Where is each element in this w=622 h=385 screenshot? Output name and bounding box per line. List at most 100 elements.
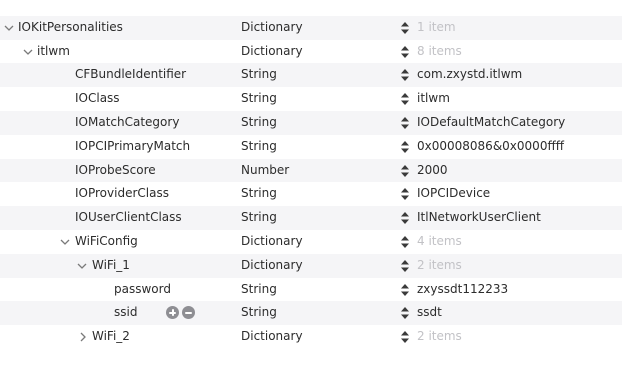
row-value[interactable]: com.zxystd.itlwm	[417, 63, 522, 87]
value-cell[interactable]: 8 items	[400, 40, 622, 64]
chevron-down-icon[interactable]	[60, 230, 72, 246]
up-down-stepper-icon[interactable]	[400, 63, 410, 87]
plist-row-password[interactable]: password String zxyssdt112233	[0, 278, 622, 302]
type-cell[interactable]: String	[241, 63, 381, 87]
row-key[interactable]: IOProviderClass	[75, 182, 169, 206]
value-cell[interactable]: 2 items	[400, 254, 622, 278]
value-cell[interactable]: 0x00008086&0x0000ffff	[400, 135, 622, 159]
up-down-stepper-icon[interactable]	[400, 325, 410, 349]
key-cell: IOKitPersonalities	[0, 16, 226, 40]
plist-row-wificonfig[interactable]: WiFiConfig Dictionary 4 items	[0, 230, 622, 254]
up-down-stepper-icon[interactable]	[400, 278, 410, 302]
row-value[interactable]: IODefaultMatchCategory	[417, 111, 565, 135]
row-value[interactable]: ssdt	[417, 301, 442, 325]
type-cell[interactable]: String	[241, 278, 381, 302]
row-key[interactable]: IOKitPersonalities	[18, 16, 123, 40]
value-cell[interactable]: 1 item	[400, 16, 622, 40]
chevron-down-icon[interactable]	[77, 254, 89, 270]
row-key[interactable]: IOUserClientClass	[75, 206, 182, 230]
plist-row-iopciprimarymatch[interactable]: IOPCIPrimaryMatch String 0x00008086&0x00…	[0, 135, 622, 159]
plist-row-cfbundleidentifier[interactable]: CFBundleIdentifier String com.zxystd.itl…	[0, 63, 622, 88]
row-type: String	[241, 91, 277, 106]
plist-row-ioprobescore[interactable]: IOProbeScore Number 2000	[0, 158, 622, 183]
value-cell[interactable]: 4 items	[400, 230, 622, 254]
row-value[interactable]: 0x00008086&0x0000ffff	[417, 135, 564, 159]
plist-row-iomatchcategory[interactable]: IOMatchCategory String IODefaultMatchCat…	[0, 110, 622, 135]
up-down-stepper-icon[interactable]	[400, 111, 410, 135]
row-key[interactable]: ssid	[114, 301, 137, 325]
row-key[interactable]: IOClass	[75, 87, 120, 111]
up-down-stepper-icon[interactable]	[400, 16, 410, 40]
row-key[interactable]: CFBundleIdentifier	[75, 63, 186, 87]
chevron-down-icon[interactable]	[4, 16, 16, 32]
type-cell[interactable]: Dictionary	[241, 254, 381, 278]
type-cell[interactable]: Dictionary	[241, 16, 381, 40]
row-key[interactable]: itlwm	[37, 40, 70, 64]
chevron-right-icon[interactable]	[77, 325, 89, 342]
value-cell[interactable]: zxyssdt112233	[400, 278, 622, 302]
type-cell[interactable]: Number	[241, 159, 381, 183]
value-cell[interactable]: IODefaultMatchCategory	[400, 111, 622, 135]
row-value[interactable]: ItlNetworkUserClient	[417, 206, 541, 230]
up-down-stepper-icon[interactable]	[400, 206, 410, 230]
plist-row-wifi-2[interactable]: WiFi_2 Dictionary 2 items	[0, 325, 622, 349]
row-value: 1 item	[417, 19, 456, 34]
minus-circle-icon[interactable]	[182, 306, 195, 320]
row-key[interactable]: IOProbeScore	[75, 159, 156, 183]
row-value[interactable]: IOPCIDevice	[417, 182, 490, 206]
key-cell: CFBundleIdentifier	[0, 63, 226, 87]
value-cell[interactable]: IOPCIDevice	[400, 182, 622, 206]
chevron-down-icon[interactable]	[23, 40, 35, 56]
type-cell[interactable]: Dictionary	[241, 230, 381, 254]
plist-row-ssid[interactable]: ssid String ssdt	[0, 301, 622, 326]
type-cell[interactable]: Dictionary	[241, 325, 381, 349]
row-value[interactable]: itlwm	[417, 87, 450, 111]
type-cell[interactable]: String	[241, 301, 381, 325]
row-key[interactable]: IOPCIPrimaryMatch	[75, 135, 190, 159]
up-down-stepper-icon[interactable]	[400, 135, 410, 159]
row-key[interactable]: WiFi_2	[92, 325, 130, 349]
type-cell[interactable]: Dictionary	[241, 40, 381, 64]
value-cell[interactable]: com.zxystd.itlwm	[400, 63, 622, 87]
row-key[interactable]: WiFi_1	[92, 254, 130, 278]
type-cell[interactable]: String	[241, 87, 381, 111]
key-cell: WiFiConfig	[0, 230, 226, 254]
plist-row-itlwm[interactable]: itlwm Dictionary 8 items	[0, 40, 622, 64]
type-cell[interactable]: String	[241, 206, 381, 230]
value-cell[interactable]: 2 items	[400, 325, 622, 349]
up-down-stepper-icon[interactable]	[400, 159, 410, 183]
up-down-stepper-icon[interactable]	[400, 182, 410, 206]
row-key[interactable]: password	[114, 278, 171, 302]
row-key[interactable]: WiFiConfig	[75, 230, 138, 254]
up-down-stepper-icon[interactable]	[400, 254, 410, 278]
value-cell[interactable]	[400, 0, 622, 16]
up-down-stepper-icon[interactable]	[400, 87, 410, 111]
up-down-stepper-icon[interactable]	[400, 40, 410, 64]
plist-row-partial-top[interactable]	[0, 0, 622, 16]
row-value: 4 items	[417, 233, 462, 248]
row-type: String	[241, 186, 277, 201]
value-cell[interactable]: ItlNetworkUserClient	[400, 206, 622, 230]
plist-row-ioproviderclass[interactable]: IOProviderClass String IOPCIDevice	[0, 182, 622, 206]
plist-row-iokitpersonalities[interactable]: IOKitPersonalities Dictionary 1 item	[0, 15, 622, 40]
value-cell[interactable]: 2000	[400, 159, 622, 183]
value-cell[interactable]: itlwm	[400, 87, 622, 111]
row-value[interactable]: 2000	[417, 159, 448, 183]
plus-circle-icon[interactable]	[166, 306, 179, 320]
type-cell[interactable]: String	[241, 135, 381, 159]
plist-row-iouserclientclass[interactable]: IOUserClientClass String ItlNetworkUserC…	[0, 206, 622, 230]
type-cell[interactable]: String	[241, 182, 381, 206]
up-down-stepper-icon[interactable]	[400, 301, 410, 325]
key-cell: password	[0, 278, 226, 302]
row-type: String	[241, 114, 277, 129]
type-cell[interactable]: String	[241, 111, 381, 135]
row-controls	[166, 306, 198, 320]
row-key[interactable]: IOMatchCategory	[75, 111, 179, 135]
value-cell[interactable]: ssdt	[400, 301, 622, 325]
key-cell: WiFi_1	[0, 254, 226, 278]
type-cell[interactable]	[241, 0, 381, 16]
row-value[interactable]: zxyssdt112233	[417, 278, 508, 302]
plist-row-wifi-1[interactable]: WiFi_1 Dictionary 2 items	[0, 253, 622, 278]
up-down-stepper-icon[interactable]	[400, 230, 410, 254]
plist-row-ioclass[interactable]: IOClass String itlwm	[0, 87, 622, 111]
